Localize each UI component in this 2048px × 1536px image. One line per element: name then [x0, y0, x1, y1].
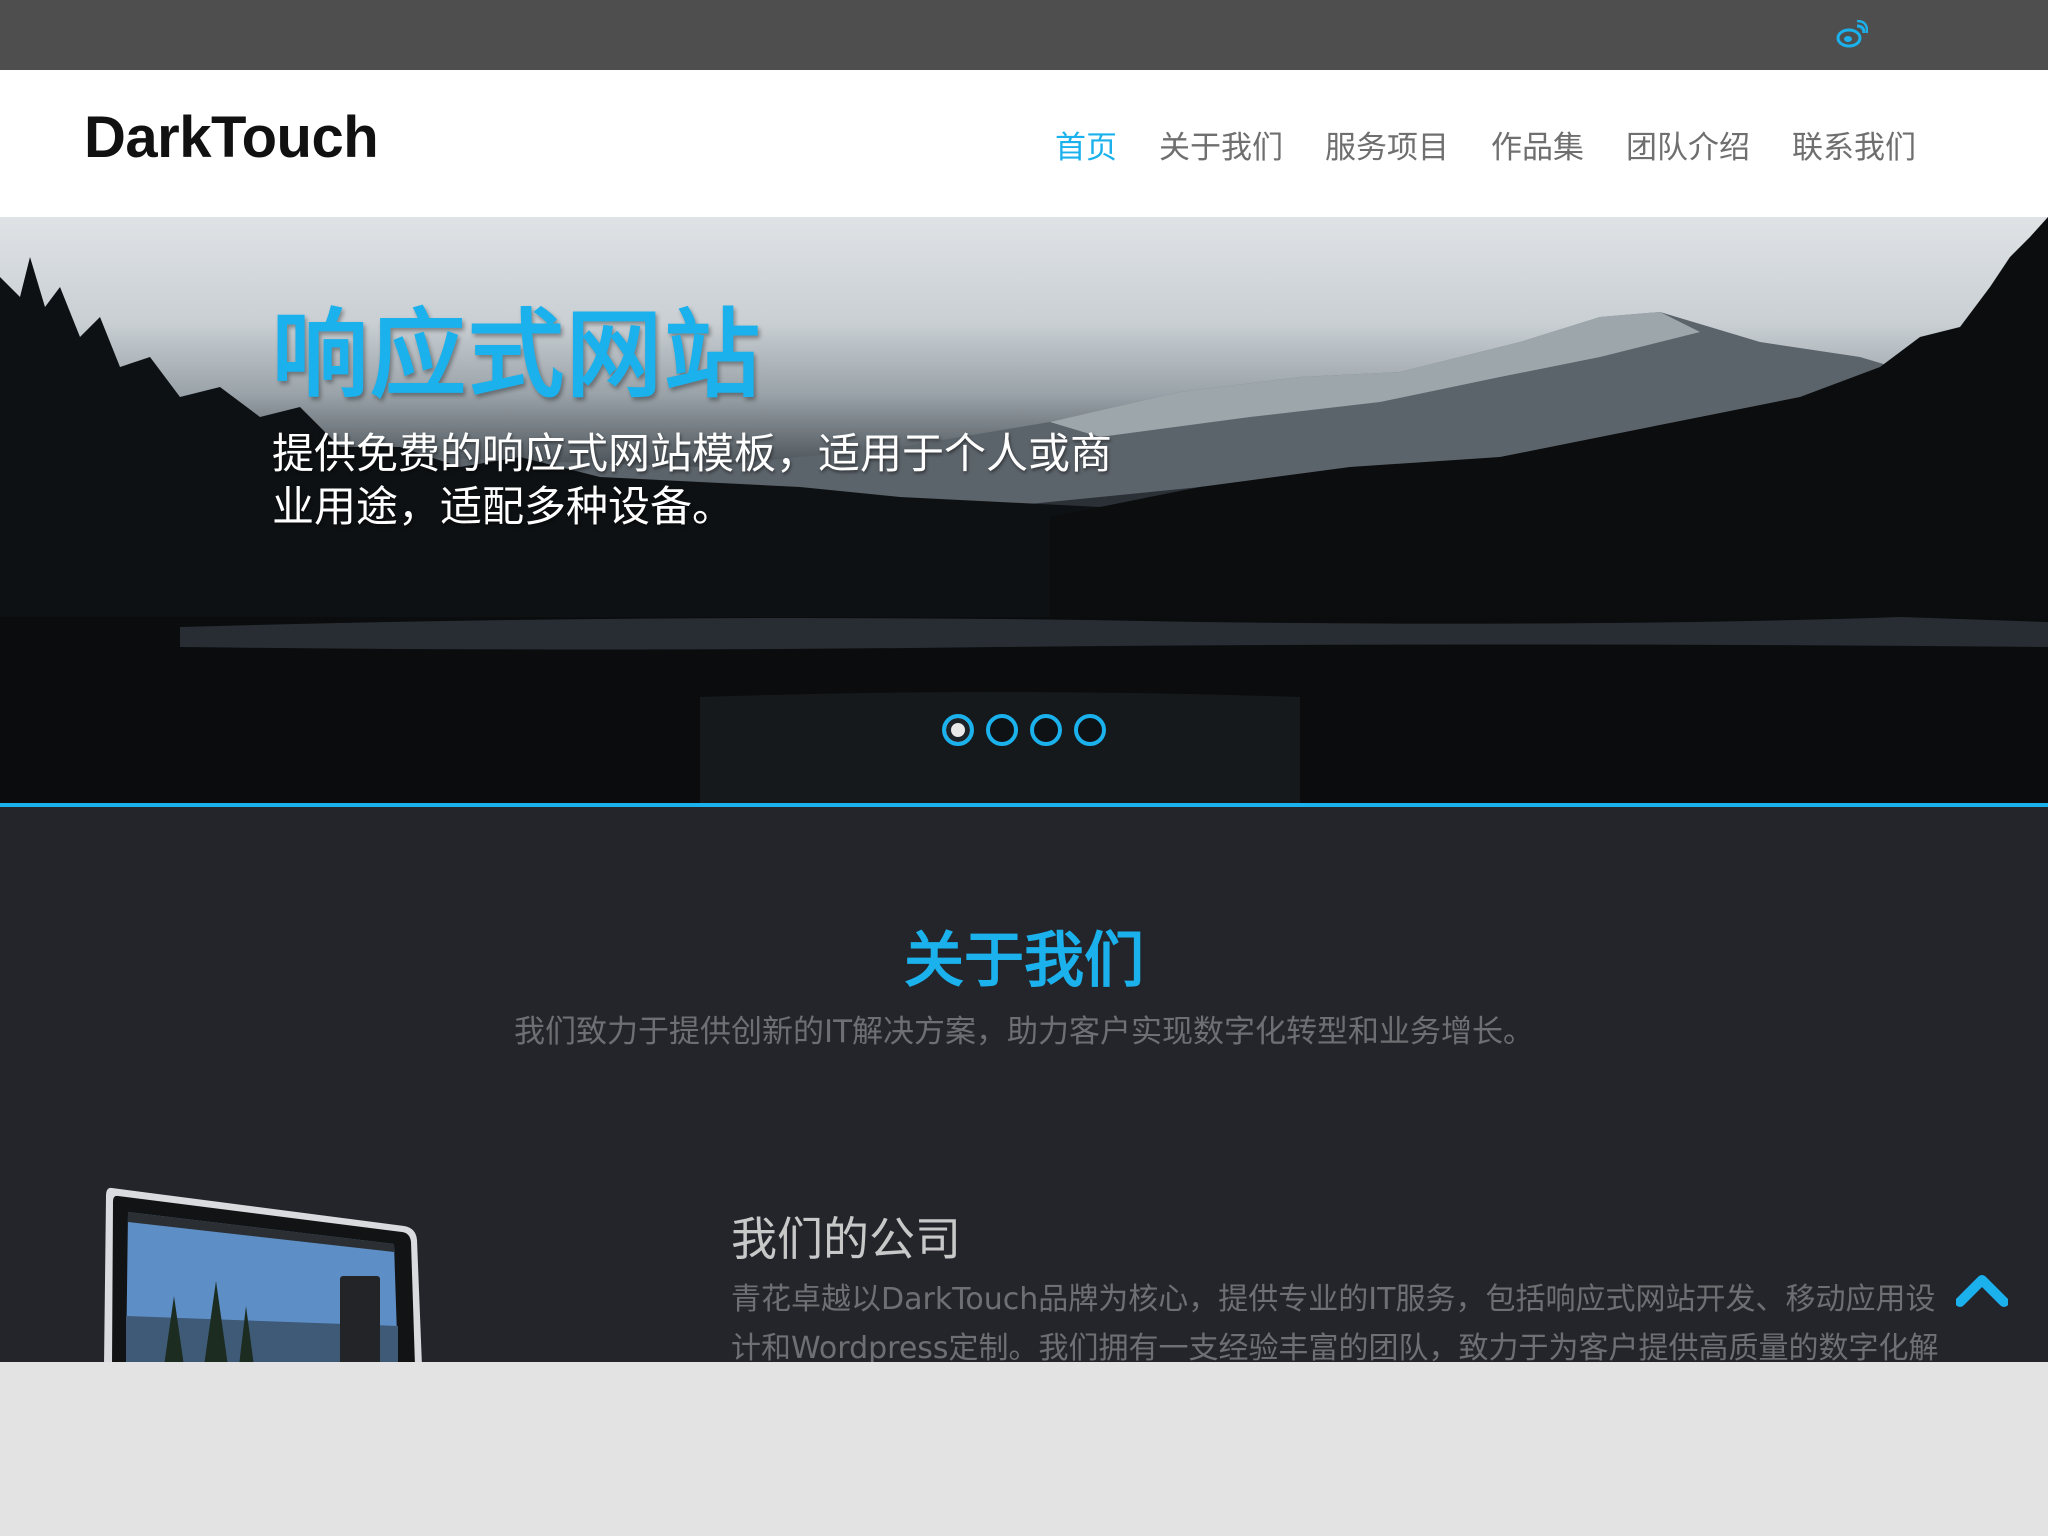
- main-nav: 首页 关于我们 服务项目 作品集 团队介绍 联系我们: [1055, 122, 1916, 167]
- nav-item-contact[interactable]: 联系我们: [1792, 122, 1916, 167]
- nav-item-portfolio[interactable]: 作品集: [1491, 122, 1584, 167]
- nav-item-team[interactable]: 团队介绍: [1626, 122, 1750, 167]
- nav-item-about[interactable]: 关于我们: [1159, 122, 1283, 167]
- company-description: 青花卓越以DarkTouch品牌为核心，提供专业的IT服务，包括响应式网站开发、…: [731, 1282, 1939, 1362]
- site-logo[interactable]: DarkTouch: [84, 104, 379, 171]
- company-heading: 我们的公司: [731, 1212, 961, 1266]
- hero-slider: 响应式网站 提供免费的响应式网站模板，适用于个人或商业用途，适配多种设备。: [0, 217, 2048, 806]
- hero-description: 提供免费的响应式网站模板，适用于个人或商业用途，适配多种设备。: [272, 429, 1113, 531]
- page-viewport: DarkTouch 首页 关于我们 服务项目 作品集 团队介绍 联系我们 响应式…: [0, 0, 2048, 1362]
- site-header: DarkTouch 首页 关于我们 服务项目 作品集 团队介绍 联系我们: [0, 70, 2048, 217]
- slider-pagination: [942, 714, 1106, 746]
- about-section-title: 关于我们: [904, 926, 1144, 996]
- monitor-image: [104, 1187, 422, 1362]
- weibo-icon[interactable]: [1836, 20, 1868, 48]
- top-bar: [0, 0, 2048, 70]
- slider-dot-1[interactable]: [942, 714, 974, 746]
- hero-title: 响应式网站: [272, 299, 762, 411]
- nav-item-home[interactable]: 首页: [1055, 122, 1117, 167]
- hero-divider: [0, 803, 2048, 807]
- nav-item-services[interactable]: 服务项目: [1325, 122, 1449, 167]
- slider-dot-2[interactable]: [986, 714, 1018, 746]
- slider-dot-4[interactable]: [1074, 714, 1106, 746]
- slider-dot-3[interactable]: [1030, 714, 1062, 746]
- about-section-subtitle: 我们致力于提供创新的IT解决方案，助力客户实现数字化转型和业务增长。: [513, 1014, 1535, 1050]
- chevron-up-icon[interactable]: [1956, 1270, 2008, 1310]
